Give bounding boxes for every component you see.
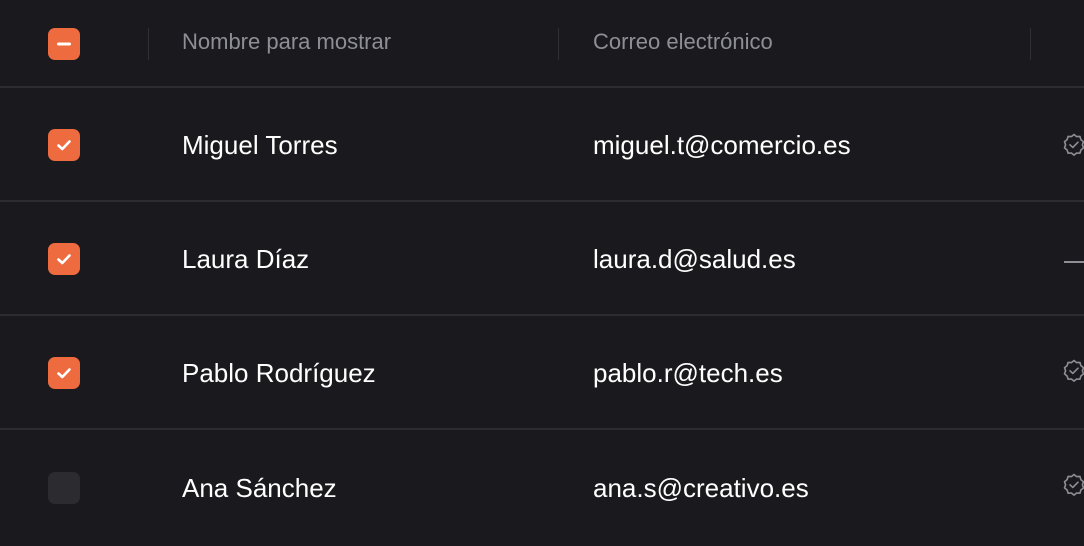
empty-value-dash <box>1064 261 1084 263</box>
minus-icon <box>57 42 71 46</box>
display-name-cell: Miguel Torres <box>182 130 338 160</box>
verified-badge-icon <box>1063 133 1084 156</box>
verified-badge-icon <box>1063 359 1084 382</box>
email-cell: pablo.r@tech.es <box>593 358 783 388</box>
table-header: Nombre para mostrar Correo electrónico <box>0 0 1084 88</box>
users-table: Nombre para mostrar Correo electrónico M… <box>0 0 1084 546</box>
table-row[interactable]: Miguel Torres miguel.t@comercio.es <box>0 88 1084 202</box>
email-cell: miguel.t@comercio.es <box>593 130 851 160</box>
display-name-cell: Ana Sánchez <box>182 473 337 503</box>
table-row[interactable]: Laura Díaz laura.d@salud.es <box>0 202 1084 316</box>
checkmark-icon <box>57 140 71 151</box>
table-row[interactable]: Ana Sánchez ana.s@creativo.es <box>0 430 1084 546</box>
row-checkbox[interactable] <box>48 357 80 389</box>
checkmark-icon <box>57 368 71 379</box>
column-separator[interactable] <box>1030 28 1031 60</box>
column-separator[interactable] <box>558 28 559 60</box>
row-checkbox[interactable] <box>48 243 80 275</box>
row-checkbox[interactable] <box>48 472 80 504</box>
display-name-cell: Laura Díaz <box>182 244 310 274</box>
display-name-cell: Pablo Rodríguez <box>182 358 376 388</box>
row-checkbox[interactable] <box>48 129 80 161</box>
column-separator[interactable] <box>148 28 149 60</box>
column-header-email[interactable]: Correo electrónico <box>593 29 773 55</box>
checkmark-icon <box>57 254 71 265</box>
verified-badge-icon <box>1063 473 1084 496</box>
email-cell: laura.d@salud.es <box>593 244 796 274</box>
table-row[interactable]: Pablo Rodríguez pablo.r@tech.es <box>0 316 1084 430</box>
email-cell: ana.s@creativo.es <box>593 473 809 503</box>
column-header-display-name[interactable]: Nombre para mostrar <box>182 29 391 55</box>
select-all-checkbox[interactable] <box>48 28 80 60</box>
